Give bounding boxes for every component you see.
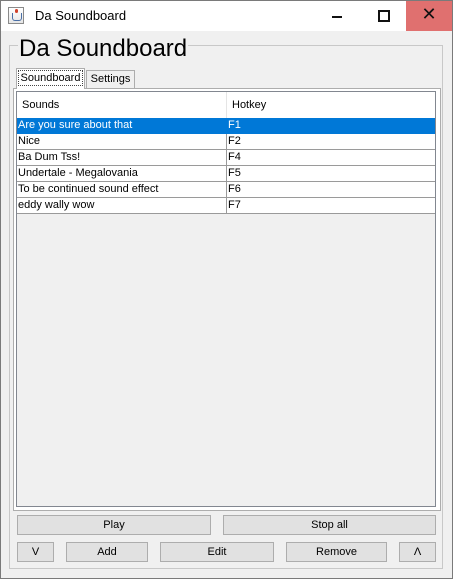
hotkey-cell: F5 [228,167,241,179]
title-bar[interactable]: Da Soundboard ✕ [1,1,452,31]
sound-name-cell: Nice [17,134,227,149]
table-row[interactable]: To be continued sound effect F6 [17,182,435,198]
hotkey-cell: F4 [228,151,241,163]
stop-all-button[interactable]: Stop all [223,515,436,535]
java-cup-icon [8,7,24,24]
table-header: Sounds Hotkey [17,92,435,119]
column-header-sounds[interactable]: Sounds [17,92,227,118]
app-heading: Da Soundboard [18,35,189,63]
java-cup-shape [12,13,22,21]
sound-name-cell: eddy wally wow [17,198,227,213]
minimize-icon [332,16,342,18]
move-up-button[interactable]: Λ [399,542,436,562]
maximize-icon [378,10,390,22]
hotkey-cell: F7 [228,199,241,211]
maximize-button[interactable] [360,1,406,31]
table-row[interactable]: Are you sure about that F1 [17,118,435,134]
tab-settings[interactable]: Settings [86,70,135,89]
sounds-table[interactable]: Sounds Hotkey Are you sure about that F1… [16,91,436,507]
tab-soundboard-label: Soundboard [17,70,84,86]
hotkey-cell: F1 [228,119,241,131]
move-down-button[interactable]: V [17,542,54,562]
sound-name-cell: Undertale - Megalovania [17,166,227,181]
window-title: Da Soundboard [35,8,127,23]
table-row[interactable]: Ba Dum Tss! F4 [17,150,435,166]
play-button[interactable]: Play [17,515,211,535]
close-button[interactable]: ✕ [406,1,452,31]
close-icon: ✕ [421,4,437,25]
remove-button[interactable]: Remove [286,542,387,562]
sound-name-cell: To be continued sound effect [17,182,227,197]
hotkey-cell: F6 [228,183,241,195]
app-window: Da Soundboard ✕ Da Soundboard Soundboard… [0,0,453,579]
minimize-button[interactable] [314,1,360,31]
column-header-hotkey[interactable]: Hotkey [227,92,435,118]
sound-name-cell: Are you sure about that [17,118,227,133]
add-button[interactable]: Add [66,542,148,562]
table-row[interactable]: Undertale - Megalovania F5 [17,166,435,182]
edit-button[interactable]: Edit [160,542,274,562]
hotkey-cell: F2 [228,135,241,147]
table-row[interactable]: eddy wally wow F7 [17,198,435,214]
tab-soundboard[interactable]: Soundboard [16,68,85,89]
table-row[interactable]: Nice F2 [17,134,435,150]
sound-name-cell: Ba Dum Tss! [17,150,227,165]
